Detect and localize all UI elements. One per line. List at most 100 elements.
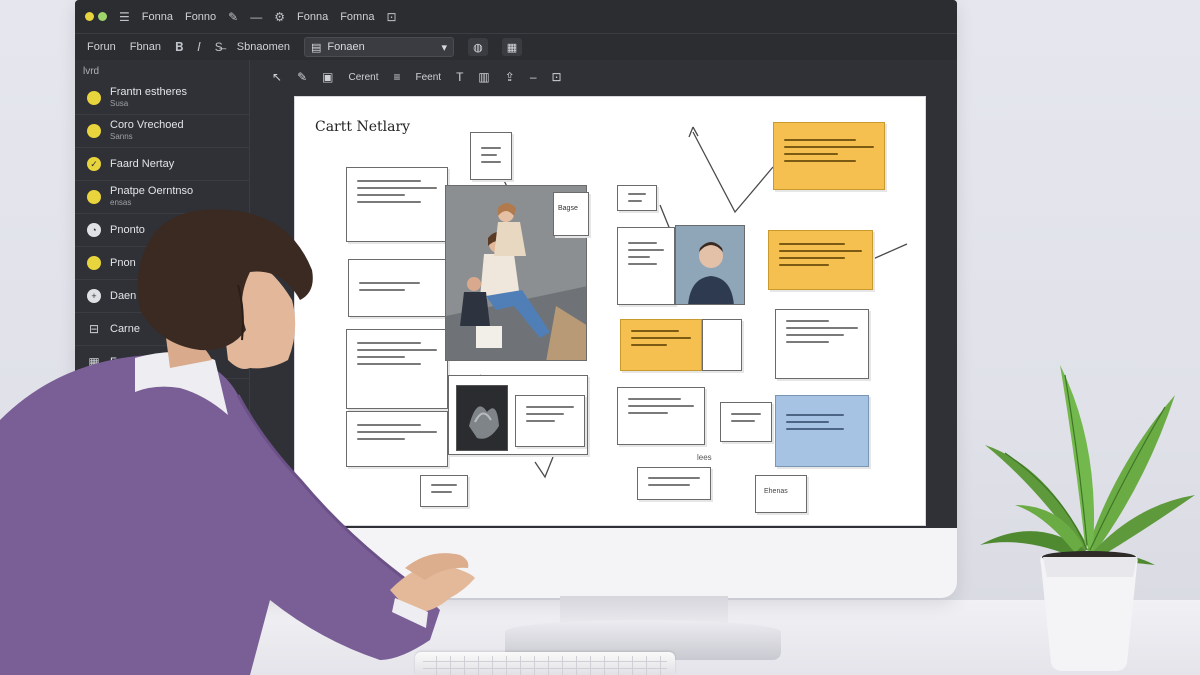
frame-icon[interactable]: ⊡ [552,70,562,84]
photo-label-card[interactable]: Bagse [553,192,589,236]
sidebar-item-label: Pnatpe Oerntnso [110,185,194,197]
person-portrait-icon [676,226,744,304]
portrait-image[interactable] [675,225,745,305]
board-card[interactable] [420,475,468,507]
app-menu-icon[interactable]: ☰ [119,10,130,24]
sticky-note-yellow[interactable] [768,230,873,290]
sidebar-item[interactable]: ⊟ Carne [75,313,249,346]
sidebar-item[interactable]: ▦ Fnanc [75,346,249,379]
edit-icon[interactable]: ✎ [228,10,238,24]
menu-bar: ☰ Fonna Fonno ✎ — ⚙ Fonna Fomna ⊡ [75,0,957,34]
pointer-icon[interactable]: ↖ [272,70,282,84]
sidebar: lvrd Frantn estheres Susa Coro Vrechoed … [75,60,250,528]
sidebar-item[interactable]: + Daen [75,280,249,313]
board-card[interactable] [617,185,657,211]
board-card[interactable] [470,132,512,180]
search-input[interactable]: ▤ Fonaen ▾ [303,37,454,57]
board-card[interactable]: Ehenas [755,475,807,513]
toolbar-label[interactable]: Forun [87,41,116,53]
board-card[interactable] [515,395,585,447]
sidebar-item-label: Coro Vrechoed [110,119,184,131]
sidebar-item[interactable]: Pnon [75,247,249,280]
share-icon[interactable]: ⇪ [505,70,515,84]
status-dot-icon [87,91,101,105]
image-icon[interactable]: ▣ [322,70,333,84]
note-label: lees [697,453,712,462]
sidebar-item[interactable]: Frantn estheres Susa [75,82,249,115]
menu-item[interactable]: Fonna [142,11,173,23]
sidebar-item-sub: Sanns [110,132,133,141]
check-icon: ✓ [87,157,101,171]
canvas-toolbar-label[interactable]: Cerent [348,72,378,83]
canvas-toolbar: ↖ ✎ ▣ Cerent ≡ Feent T ▥ ⇪ – ⊡ [260,66,957,88]
sliders-icon[interactable]: ⚙ [274,10,285,24]
board-title: Cartt Netlary [315,119,411,135]
board-card[interactable] [617,227,675,305]
app-window: ☰ Fonna Fonno ✎ — ⚙ Fonna Fomna ⊡ Forun … [75,0,957,528]
potted-plant [980,365,1195,671]
main-toolbar: Forun Fbnan 𝐁 𝐼 S̶ Sbnaomen ▤ Fonaen ▾ ◍… [75,34,957,60]
status-dot-icon [87,124,101,138]
grid-icon: ▦ [88,355,100,369]
sidebar-item-label: Daen [110,290,137,302]
window-dot-icon[interactable] [85,12,94,21]
board-card[interactable] [617,387,705,445]
dark-photo-image[interactable] [456,385,508,451]
status-dot-icon [87,190,101,204]
sidebar-item-sub: Susa [110,99,129,108]
monitor-chin [75,528,957,598]
layers-icon[interactable]: ▥ [478,70,489,84]
keyboard [415,652,675,675]
sidebar-item-label: Pnonto [110,224,145,236]
chevron-down-icon: ▾ [441,41,447,54]
sticky-note-yellow[interactable] [773,122,885,190]
document-icon: ▤ [310,41,322,54]
sidebar-item[interactable]: ◔ Pnonto [75,214,249,247]
board-card[interactable] [720,402,772,442]
board-card[interactable] [775,309,869,379]
board-card[interactable] [346,411,448,467]
sidebar-item-label: Fnanc [110,356,141,368]
board-card[interactable] [348,259,446,317]
sidebar-item-label: Pnon [110,257,136,269]
sidebar-item-label: Frantn estheres [110,86,188,98]
sidebar-item[interactable]: Coro Vrechoed Sanns [75,115,249,148]
sidebar-header: lvrd [83,65,100,77]
board-card[interactable] [346,329,448,409]
toolbar-label[interactable]: Fbnan [130,41,161,53]
whiteboard-canvas[interactable]: Cartt Netlary Bagse lees Ehenas [295,97,925,525]
menu-item[interactable]: Fonno [185,11,216,23]
sticky-note-yellow[interactable] [620,319,702,371]
sidebar-item[interactable]: Pnatpe Oerntnso ensas [75,181,249,214]
toolbar-label[interactable]: Sbnaomen [237,41,290,53]
menu-item[interactable]: Fonna [297,11,328,23]
italic-icon[interactable]: 𝐼 [197,40,200,55]
abstract-photo-icon [457,386,507,450]
grid-icon[interactable]: ▦ [501,38,522,56]
search-input-value: Fonaen [327,41,365,53]
minus-icon[interactable]: — [250,10,262,24]
status-dot-icon [87,256,101,270]
card-footer-label: Ehenas [764,488,788,495]
pen-icon[interactable]: ✎ [297,70,307,84]
strike-icon[interactable]: S̶ [215,40,223,54]
menu-item[interactable]: Fomna [340,11,374,23]
window-dot-icon[interactable] [98,12,107,21]
bold-icon[interactable]: 𝐁 [175,40,183,55]
board-card[interactable] [702,319,742,371]
clock-icon: ◔ [87,223,101,237]
minus-icon[interactable]: – [530,70,537,84]
board-card[interactable] [346,167,448,242]
sticky-note-blue[interactable] [775,395,869,467]
text-icon[interactable]: T [456,70,463,84]
align-icon[interactable]: ≡ [393,70,400,84]
sidebar-item-sub: ensas [110,198,132,207]
monitor: ☰ Fonna Fonno ✎ — ⚙ Fonna Fomna ⊡ Forun … [75,0,957,598]
plus-icon: + [87,289,101,303]
sidebar-item-label: Faard Nertay [110,158,175,170]
globe-icon[interactable]: ◍ [467,38,488,56]
board-card[interactable] [637,467,711,500]
canvas-toolbar-label[interactable]: Feent [416,72,442,83]
sidebar-item[interactable]: ✓ Faard Nertay [75,148,249,181]
lock-icon[interactable]: ⊡ [386,10,396,24]
